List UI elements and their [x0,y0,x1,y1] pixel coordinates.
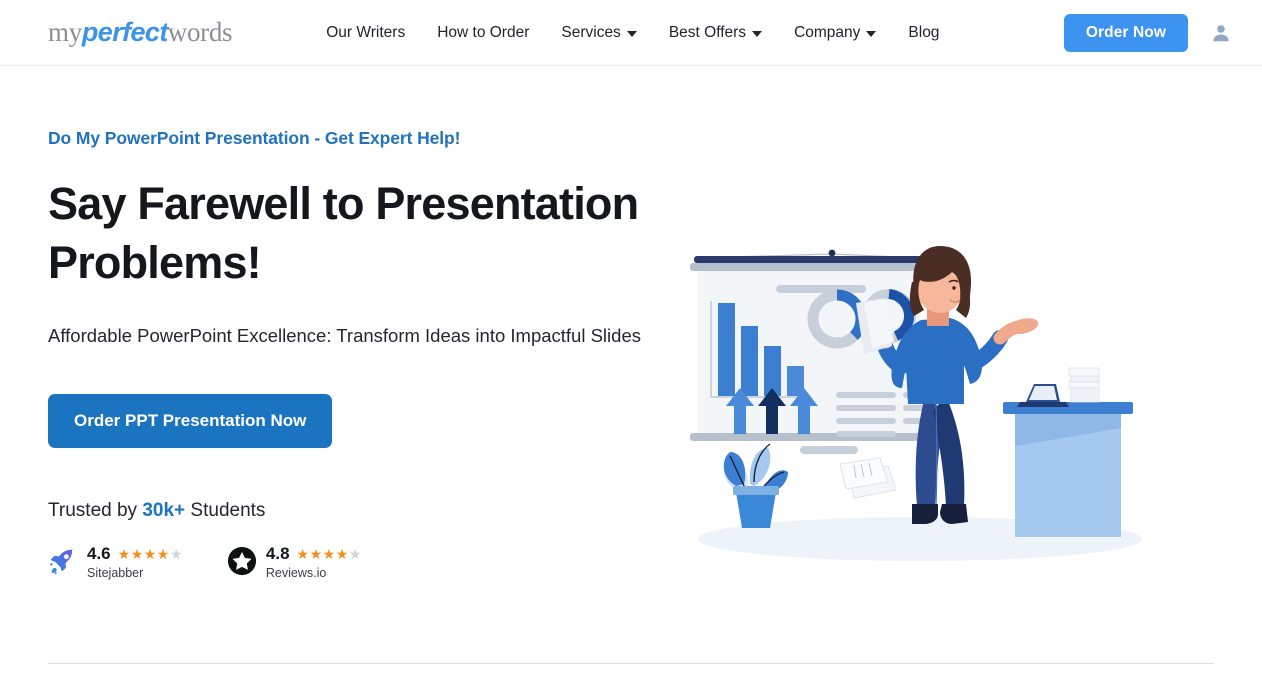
rating-score: 4.6 [87,544,111,564]
hero-content: Do My PowerPoint Presentation - Get Expe… [48,66,688,580]
nav-item-our-writers[interactable]: Our Writers [326,24,405,42]
section-divider [48,663,1214,664]
rating-source-label: Reviews.io [265,566,327,581]
rating-reviews-io[interactable]: 4.8 ★★★★★ Reviews.io [227,544,362,580]
hero-illustration-area [688,66,1214,580]
nav-label: Services [561,23,621,41]
chevron-down-icon [626,30,637,37]
trusted-prefix: Trusted by [48,500,143,522]
header-actions: Order Now [1063,13,1232,52]
rating-source-label: Sitejabber [87,566,144,581]
rating-score: 4.8 [265,544,290,564]
nav-item-services[interactable]: Services [561,23,637,42]
star-badge-icon [227,547,256,576]
page-title: Say Farewell to Presentation Problems! [48,178,639,289]
nav-label: Our Writers [326,23,406,41]
logo-part-words: words [167,17,233,47]
user-account-icon[interactable] [1210,22,1232,44]
star-rating: ★★★★★ [117,546,183,563]
site-logo[interactable]: myperfectwords [48,17,233,47]
nav-item-how-to-order[interactable]: How to Order [437,24,529,42]
ratings-row: 4.6 ★★★★★ Sitejabber 4.8 ★★★★★ Reviews.i… [48,544,688,580]
nav-label: How to Order [437,23,530,41]
rocket-icon [50,548,73,575]
trusted-suffix: Students [185,500,266,522]
logo-part-perfect: perfect [81,17,168,47]
logo-part-my: my [48,17,82,47]
hero-subtitle: Affordable PowerPoint Excellence: Transf… [48,324,641,346]
chevron-down-icon [866,30,877,37]
presenter-with-whiteboard-illustration [690,246,1142,561]
nav-item-company[interactable]: Company [794,23,877,42]
nav-label: Blog [908,23,940,41]
site-header: myperfectwords Our Writers How to Order … [0,0,1262,66]
chevron-down-icon [752,30,763,37]
order-ppt-presentation-button[interactable]: Order PPT Presentation Now [48,394,333,449]
nav-label: Company [794,23,861,41]
nav-item-best-offers[interactable]: Best Offers [668,23,763,42]
order-now-button[interactable]: Order Now [1063,13,1188,52]
hero-section: Do My PowerPoint Presentation - Get Expe… [0,66,1262,678]
main-navigation: Our Writers How to Order Services Best O… [326,24,939,42]
trusted-by-text: Trusted by 30k+ Students [48,500,688,522]
rating-sitejabber[interactable]: 4.6 ★★★★★ Sitejabber [48,544,183,580]
trusted-count: 30k+ [142,500,186,522]
hero-eyebrow: Do My PowerPoint Presentation - Get Expe… [48,128,461,148]
nav-label: Best Offers [668,23,747,41]
nav-item-blog[interactable]: Blog [908,24,939,42]
star-rating: ★★★★★ [296,546,362,563]
